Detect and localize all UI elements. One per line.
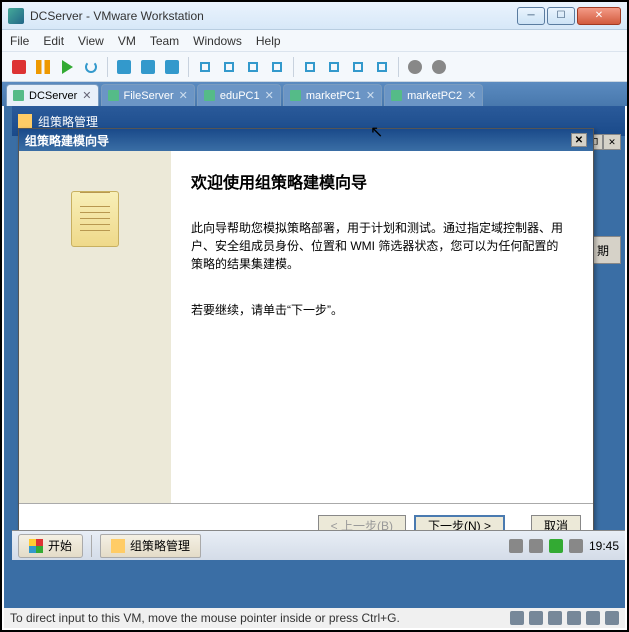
summary-button[interactable] [299,56,321,78]
reset-button[interactable] [80,56,102,78]
tray-icon[interactable] [529,539,543,553]
titlebar: DCServer - VMware Workstation ─ ☐ ✕ [2,2,627,30]
capture-button[interactable] [347,56,369,78]
device-icon[interactable] [529,611,543,625]
revert-button[interactable] [137,56,159,78]
manage-snapshots-button[interactable] [161,56,183,78]
tab-marketpc1[interactable]: marketPC1✕ [283,84,382,106]
monitor-icon [391,90,402,101]
wizard-sidebar [19,151,171,503]
windows-flag-icon [29,539,43,553]
show-console-button[interactable] [194,56,216,78]
taskbar-app-gpmc[interactable]: 组策略管理 [100,534,201,558]
tab-dcserver[interactable]: DCServer✕ [6,84,99,106]
mdi-close-button[interactable]: ✕ [603,134,621,150]
minimize-button[interactable]: ─ [517,7,545,25]
guest-desktop[interactable]: 组策略管理 _ ❐ ✕ 期 组策略建模向导 ✕ 欢迎使用组策略建模向导 此向导帮… [4,106,625,608]
vmware-statusbar: To direct input to this VM, move the mou… [4,608,625,628]
device-icon[interactable] [548,611,562,625]
record-button[interactable] [404,56,426,78]
tab-marketpc2[interactable]: marketPC2✕ [384,84,483,106]
suspend-button[interactable] [32,56,54,78]
power-off-button[interactable] [8,56,30,78]
device-icon[interactable] [586,611,600,625]
tab-close-icon[interactable]: ✕ [366,89,375,102]
toolbar [2,52,627,82]
menu-team[interactable]: Team [150,34,179,48]
wizard-dialog: 组策略建模向导 ✕ 欢迎使用组策略建模向导 此向导帮助您模拟策略部署，用于计划和… [18,128,594,546]
menubar: File Edit View VM Team Windows Help [2,30,627,52]
guest-taskbar[interactable]: 开始 组策略管理 19:45 [12,530,625,560]
device-icon[interactable] [605,611,619,625]
menu-edit[interactable]: Edit [43,34,64,48]
monitor-icon [13,90,24,101]
wizard-close-button[interactable]: ✕ [571,133,587,147]
wizard-description: 此向导帮助您模拟策略部署，用于计划和测试。通过指定域控制器、用户、安全组成员身份… [191,219,569,273]
menu-help[interactable]: Help [256,34,281,48]
tab-close-icon[interactable]: ✕ [265,89,274,102]
tray-icon[interactable] [569,539,583,553]
wizard-heading: 欢迎使用组策略建模向导 [191,169,569,193]
power-on-button[interactable] [56,56,78,78]
unity-button[interactable] [266,56,288,78]
menu-view[interactable]: View [78,34,104,48]
menu-windows[interactable]: Windows [193,34,242,48]
tray-clock[interactable]: 19:45 [589,539,619,553]
start-button[interactable]: 开始 [18,534,83,558]
wizard-content: 欢迎使用组策略建模向导 此向导帮助您模拟策略部署，用于计划和测试。通过指定域控制… [171,151,593,503]
maximize-button[interactable]: ☐ [547,7,575,25]
app-icon [8,8,24,24]
monitor-icon [290,90,301,101]
device-icon[interactable] [567,611,581,625]
monitor-icon [108,90,119,101]
snapshot-button[interactable] [113,56,135,78]
gpmc-icon [18,114,32,128]
window-controls: ─ ☐ ✕ [517,7,621,25]
gpmc-icon [111,539,125,553]
replay-button[interactable] [428,56,450,78]
tab-close-icon[interactable]: ✕ [82,89,91,102]
wizard-body: 欢迎使用组策略建模向导 此向导帮助您模拟策略部署，用于计划和测试。通过指定域控制… [19,151,593,503]
monitor-icon [204,90,215,101]
tab-fileserver[interactable]: FileServer✕ [101,84,195,106]
menu-vm[interactable]: VM [118,34,136,48]
converter-button[interactable] [371,56,393,78]
system-tray[interactable]: 19:45 [509,539,619,553]
cursor-icon: ↖ [370,122,383,142]
tray-icon[interactable] [509,539,523,553]
tab-close-icon[interactable]: ✕ [179,89,188,102]
tray-icon[interactable] [549,539,563,553]
status-device-icons [510,611,619,625]
menu-file[interactable]: File [10,34,29,48]
appliance-button[interactable] [323,56,345,78]
quick-switch-button[interactable] [218,56,240,78]
wizard-instruction: 若要继续，请单击“下一步”。 [191,301,569,319]
fullscreen-button[interactable] [242,56,264,78]
vm-tabs: DCServer✕ FileServer✕ eduPC1✕ marketPC1✕… [2,82,627,106]
scroll-icon [71,191,119,247]
mmc-window-title: 组策略管理 [38,113,98,130]
close-button[interactable]: ✕ [577,7,621,25]
tab-close-icon[interactable]: ✕ [467,89,476,102]
window-title: DCServer - VMware Workstation [30,9,517,23]
wizard-titlebar[interactable]: 组策略建模向导 ✕ [19,129,593,151]
wizard-title-text: 组策略建模向导 [25,132,109,149]
status-hint: To direct input to this VM, move the mou… [10,611,400,625]
tab-edupc1[interactable]: eduPC1✕ [197,84,281,106]
device-icon[interactable] [510,611,524,625]
